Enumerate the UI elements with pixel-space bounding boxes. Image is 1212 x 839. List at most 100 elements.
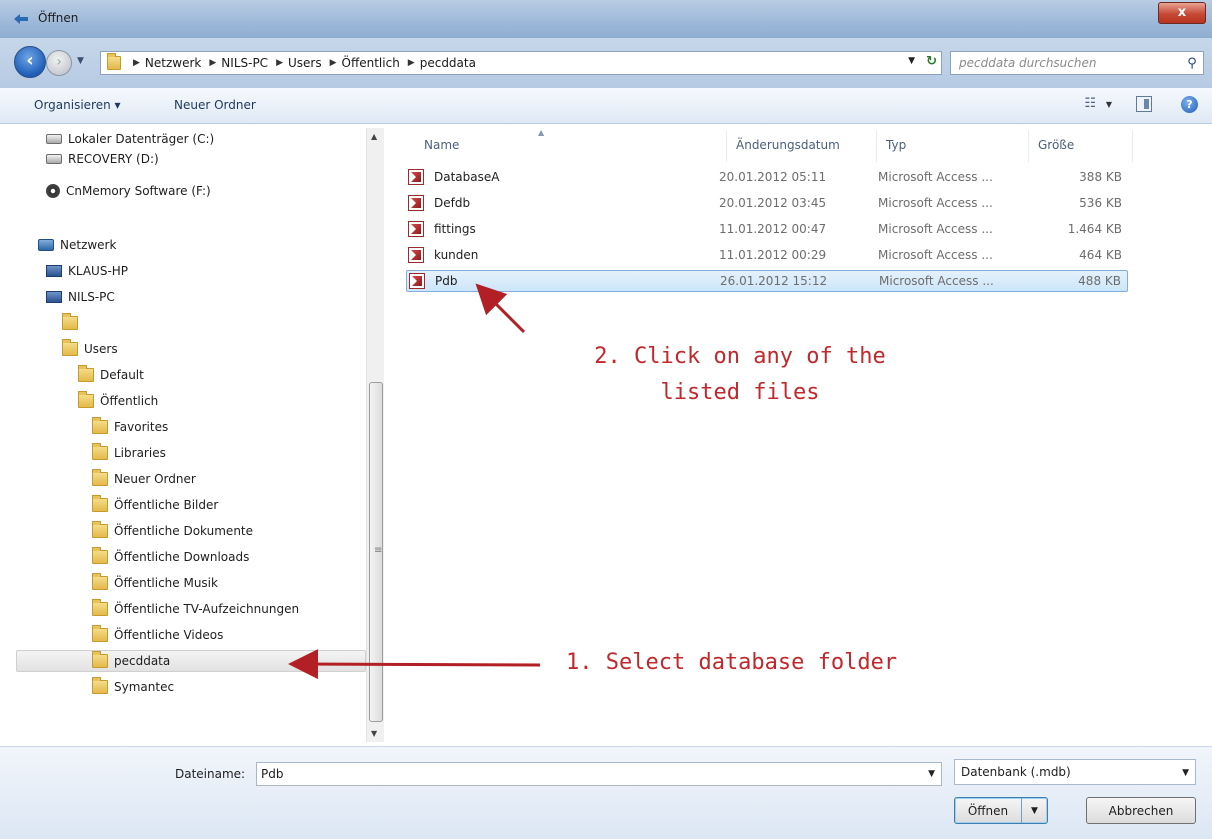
breadcrumb-netzwerk[interactable]: ▶ Netzwerk xyxy=(125,56,201,70)
nav-item-oeffentliche-downloads[interactable]: Öffentliche Downloads xyxy=(92,546,249,568)
nav-item-oeffentlich[interactable]: Öffentlich xyxy=(78,390,158,412)
file-size: 388 KB xyxy=(1079,170,1122,184)
column-header-type[interactable]: Typ xyxy=(886,138,906,152)
file-type-select[interactable]: Datenbank (.mdb) ▼ xyxy=(954,759,1196,785)
column-header-date[interactable]: Änderungsdatum xyxy=(736,138,840,152)
chevron-right-icon: ▶ xyxy=(276,58,283,68)
breadcrumb-users[interactable]: ▶ Users xyxy=(268,56,322,70)
chevron-down-icon: ▼ xyxy=(1031,805,1038,816)
address-dropdown-icon[interactable]: ▼ xyxy=(908,56,915,66)
file-row-databasea[interactable]: DatabaseA 20.01.2012 05:11 Microsoft Acc… xyxy=(406,166,1128,188)
nav-item-oeffentliche-dokumente[interactable]: Öffentliche Dokumente xyxy=(92,520,253,542)
search-input[interactable]: pecddata durchsuchen xyxy=(951,56,1181,70)
folder-icon xyxy=(92,443,108,460)
arrow-left-icon: ‹ xyxy=(26,50,34,71)
back-button[interactable]: ‹ xyxy=(14,46,46,78)
nav-item-oeffentliche-bilder[interactable]: Öffentliche Bilder xyxy=(92,494,218,516)
nav-item-symantec[interactable]: Symantec xyxy=(92,676,174,698)
open-button[interactable]: Öffnen ▼ xyxy=(954,797,1048,824)
chevron-down-icon[interactable]: ▼ xyxy=(1182,768,1189,778)
chevron-right-icon: ▶ xyxy=(329,58,337,68)
nav-item-users[interactable]: Users xyxy=(62,338,118,360)
folder-icon xyxy=(107,53,121,70)
address-bar[interactable]: ▶ Netzwerk ▶ NILS-PC ▶ Users ▶ Öffentlich ▶ p… xyxy=(100,51,942,75)
search-icon[interactable]: ⚲ xyxy=(1181,56,1203,71)
nav-item-netzwerk[interactable]: Netzwerk xyxy=(38,234,116,256)
breadcrumb-oeffentlich[interactable]: ▶ Öffentlich xyxy=(322,56,400,70)
nav-item-oeffentliche-tv-aufzeichnungen[interactable]: Öffentliche TV-Aufzeichnungen xyxy=(92,598,299,620)
access-database-icon xyxy=(409,273,425,289)
folder-icon xyxy=(92,573,108,590)
column-divider xyxy=(726,130,727,162)
column-header-name[interactable]: Name xyxy=(424,138,459,152)
open-options-dropdown[interactable]: ▼ xyxy=(1021,798,1047,823)
folder-icon xyxy=(78,391,94,408)
nav-item-default[interactable]: Default xyxy=(78,364,144,386)
close-button[interactable]: x xyxy=(1158,2,1206,24)
nav-item-oeffentliche-videos[interactable]: Öffentliche Videos xyxy=(92,624,223,646)
open-dialog-icon xyxy=(14,14,28,24)
folder-icon xyxy=(62,339,78,356)
access-database-icon xyxy=(408,247,424,263)
history-dropdown-icon[interactable]: ▼ xyxy=(77,56,84,66)
chevron-down-icon[interactable]: ▼ xyxy=(928,769,935,779)
preview-pane-icon[interactable] xyxy=(1136,96,1152,112)
folder-icon xyxy=(92,521,108,538)
folder-icon xyxy=(92,495,108,512)
file-type: Microsoft Access ... xyxy=(879,274,994,288)
nav-scrollbar[interactable]: ▲ ≡ ▼ xyxy=(366,128,384,742)
file-type-value: Datenbank (.mdb) xyxy=(961,765,1071,779)
file-date: 26.01.2012 15:12 xyxy=(720,274,828,288)
scrollbar-thumb[interactable]: ≡ xyxy=(369,382,383,722)
nav-item-libraries[interactable]: Libraries xyxy=(92,442,166,464)
file-row-kunden[interactable]: kunden 11.01.2012 00:29 Microsoft Access… xyxy=(406,244,1128,266)
open-button-label: Öffnen xyxy=(967,803,1009,818)
organize-button[interactable]: Organisieren ▾ xyxy=(34,98,121,112)
dialog-footer: Dateiname: Pdb ▼ Datenbank (.mdb) ▼ Öffn… xyxy=(0,746,1212,839)
computer-icon xyxy=(46,291,62,303)
arrow-right-icon: › xyxy=(56,54,62,70)
search-box[interactable]: pecddata durchsuchen ⚲ xyxy=(950,51,1204,75)
title-bar: Öffnen x xyxy=(0,0,1212,38)
nav-item-klaus-hp[interactable]: KLAUS-HP xyxy=(46,260,128,282)
view-options-icon[interactable]: ☷ xyxy=(1084,96,1096,111)
chevron-down-icon[interactable]: ▼ xyxy=(1106,100,1112,109)
disc-icon xyxy=(46,184,60,198)
filename-value: Pdb xyxy=(261,767,284,781)
file-size: 536 KB xyxy=(1079,196,1122,210)
nav-item-oeffentliche-musik[interactable]: Öffentliche Musik xyxy=(92,572,218,594)
scroll-up-icon[interactable]: ▲ xyxy=(371,132,377,141)
filename-input[interactable]: Pdb ▼ xyxy=(256,762,942,786)
column-divider xyxy=(1132,130,1133,162)
file-date: 20.01.2012 05:11 xyxy=(719,170,827,184)
new-folder-button[interactable]: Neuer Ordner xyxy=(174,98,256,112)
nav-item-pecddata[interactable]: pecddata xyxy=(16,650,366,672)
breadcrumb-pecddata[interactable]: ▶ pecddata xyxy=(400,56,476,70)
file-row-pdb[interactable]: Pdb 26.01.2012 15:12 Microsoft Access ..… xyxy=(406,270,1128,292)
nav-item-cnmemory-f[interactable]: CnMemory Software (F:) xyxy=(46,180,211,202)
refresh-icon[interactable]: ↻ xyxy=(926,54,937,69)
nav-item-recovery-d[interactable]: RECOVERY (D:) xyxy=(46,148,159,170)
nav-item-local-disk-c[interactable]: Lokaler Datenträger (C:) xyxy=(46,128,214,150)
hard-drive-icon xyxy=(46,134,62,144)
nav-item-neuer-ordner[interactable]: Neuer Ordner xyxy=(92,468,196,490)
help-icon[interactable]: ? xyxy=(1181,96,1198,113)
cancel-button[interactable]: Abbrechen xyxy=(1086,797,1196,824)
file-row-defdb[interactable]: Defdb 20.01.2012 03:45 Microsoft Access … xyxy=(406,192,1128,214)
window-title: Öffnen xyxy=(38,11,79,25)
file-type: Microsoft Access ... xyxy=(878,222,993,236)
forward-button[interactable]: › xyxy=(46,50,72,76)
scroll-down-icon[interactable]: ▼ xyxy=(371,729,377,738)
breadcrumb-nils-pc[interactable]: ▶ NILS-PC xyxy=(201,56,268,70)
column-header-size[interactable]: Größe xyxy=(1038,138,1074,152)
folder-icon xyxy=(92,417,108,434)
file-name: Pdb xyxy=(435,274,458,288)
nav-item-unnamed-folder[interactable] xyxy=(62,312,84,334)
nav-item-favorites[interactable]: Favorites xyxy=(92,416,168,438)
file-row-fittings[interactable]: fittings 11.01.2012 00:47 Microsoft Acce… xyxy=(406,218,1128,240)
nav-item-nils-pc[interactable]: NILS-PC xyxy=(46,286,115,308)
file-type: Microsoft Access ... xyxy=(878,170,993,184)
folder-icon xyxy=(62,313,78,330)
file-type: Microsoft Access ... xyxy=(878,248,993,262)
file-name: Defdb xyxy=(434,196,471,210)
